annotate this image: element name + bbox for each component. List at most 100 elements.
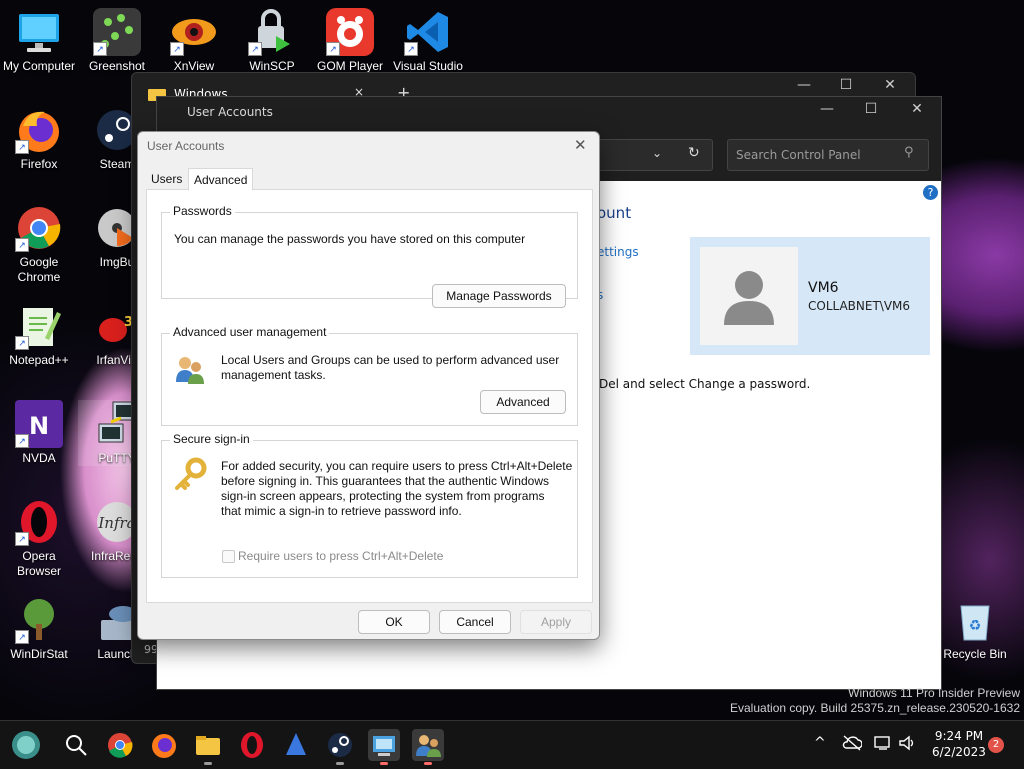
vscode-icon: ↗ — [404, 8, 452, 56]
desktop-icon-firefox[interactable]: ↗ Firefox — [0, 106, 78, 172]
passwords-group: Passwords You can manage the passwords y… — [161, 204, 578, 308]
require-ctrl-alt-delete-checkbox[interactable] — [222, 550, 235, 563]
account-name: VM6 — [808, 280, 839, 296]
passwords-description: You can manage the passwords you have st… — [174, 232, 526, 246]
secure-signin-group-label: Secure sign-in — [170, 432, 253, 446]
taskbar-firefox[interactable] — [148, 729, 180, 761]
greenshot-icon: ↗ — [93, 8, 141, 56]
control-panel-title: User Accounts — [187, 105, 273, 119]
ok-button[interactable]: OK — [358, 610, 430, 634]
secure-signin-line2: before signing in. This guarantees that … — [221, 474, 549, 488]
maximize-button[interactable]: ☐ — [826, 77, 866, 93]
taskbar-steam[interactable] — [324, 729, 356, 765]
taskbar-user-accounts[interactable] — [412, 729, 444, 765]
advanced-user-management-group: Advanced user management Local Users and… — [161, 325, 578, 426]
taskbar-control-panel[interactable] — [368, 729, 400, 765]
cp-minimize-button[interactable]: — — [807, 101, 847, 117]
cp-maximize-button[interactable]: ☐ — [851, 101, 891, 117]
advanced-tab-page: Passwords You can manage the passwords y… — [146, 189, 593, 603]
opera-icon: ↗ — [15, 498, 63, 546]
notification-badge[interactable]: 2 — [988, 737, 1004, 753]
address-bar[interactable]: ⌄ ↻ — [597, 139, 713, 171]
xnview-icon: ↗ — [170, 8, 218, 56]
desktop-icon-xnview[interactable]: ↗ XnView — [155, 8, 233, 74]
chrome-icon — [108, 733, 133, 758]
monitor-icon — [15, 8, 63, 56]
desktop-icon-notepadpp[interactable]: ↗ Notepad++ — [0, 302, 78, 368]
nvda-icon: N ↗ — [15, 400, 63, 448]
desktop-icon-google-chrome[interactable]: ↗ Google Chrome — [0, 204, 78, 285]
desktop-icon-recycle-bin[interactable]: ♻ Recycle Bin — [936, 596, 1014, 662]
svg-text:N: N — [29, 412, 49, 440]
watermark-line2: Evaluation copy. Build 25375.zn_release.… — [730, 701, 1020, 715]
folder-icon — [196, 736, 220, 755]
tab-users[interactable]: Users — [146, 168, 187, 190]
start-button[interactable] — [10, 729, 42, 761]
passwords-group-label: Passwords — [170, 204, 235, 218]
key-icon — [172, 457, 208, 498]
desktop-icon-gom-player[interactable]: ↗ GOM Player — [311, 8, 389, 74]
desktop-icon-greenshot[interactable]: ↗ Greenshot — [78, 8, 156, 74]
desktop-icon-winscp[interactable]: ↗ WinSCP — [233, 8, 311, 74]
require-ctrl-alt-delete-label[interactable]: Require users to press Ctrl+Alt+Delete — [238, 549, 443, 564]
clock[interactable]: 9:24 PM 6/2/2023 — [920, 729, 998, 759]
svg-text:♻: ♻ — [969, 618, 982, 634]
help-icon[interactable]: ? — [923, 185, 938, 200]
account-card: VM6 COLLABNET\VM6 — [690, 237, 930, 355]
manage-passwords-button[interactable]: Manage Passwords — [432, 284, 566, 308]
desktop-icon-visual-studio[interactable]: ↗ Visual Studio — [389, 8, 467, 74]
svg-text:Infra: Infra — [97, 514, 135, 532]
clock-date: 6/2/2023 — [932, 745, 986, 759]
show-hidden-icons-chevron[interactable]: ^ — [814, 735, 826, 751]
advanced-mgmt-line2: management tasks. — [221, 368, 326, 382]
desktop-icon-opera[interactable]: ↗ Opera Browser — [0, 498, 78, 579]
recycle-bin-icon: ♻ — [951, 596, 999, 644]
watermark-line1: Windows 11 Pro Insider Preview — [848, 686, 1020, 700]
desktop-icon-nvda[interactable]: N ↗ NVDA — [0, 400, 78, 466]
search-input[interactable]: Search Control Panel ⚲ — [727, 139, 929, 171]
taskbar-file-explorer[interactable] — [192, 729, 224, 765]
avatar — [700, 247, 798, 345]
users-group-icon — [174, 352, 206, 389]
users-group-icon — [416, 735, 441, 757]
desktop-icon-my-computer[interactable]: My Computer — [0, 8, 78, 74]
refresh-icon[interactable]: ↻ — [688, 145, 700, 161]
minimize-button[interactable]: — — [784, 77, 824, 93]
cp-close-button[interactable]: ✕ — [897, 101, 937, 117]
change-password-text: Del and select Change a password. — [599, 377, 811, 391]
apply-button[interactable]: Apply — [520, 610, 592, 634]
secure-signin-line1: For added security, you can require user… — [221, 459, 573, 473]
secure-signin-group: Secure sign-in For added security, you c… — [161, 432, 578, 578]
page-heading: ount — [597, 204, 632, 222]
cloud-offline-icon[interactable] — [842, 735, 863, 754]
search-button[interactable] — [60, 729, 92, 761]
blue-app-icon — [286, 733, 306, 755]
taskbar: ^ 9:24 PM 6/2/2023 2 — [0, 720, 1024, 769]
notepadpp-icon: ↗ — [15, 302, 63, 350]
firefox-icon: ↗ — [15, 106, 63, 154]
volume-icon[interactable] — [898, 735, 916, 754]
search-icon: ⚲ — [904, 145, 914, 160]
chevron-down-icon[interactable]: ⌄ — [652, 146, 662, 160]
taskbar-opera[interactable] — [236, 729, 268, 761]
secure-signin-line4: that mimic a sign-in to retrieve passwor… — [221, 504, 462, 518]
tab-advanced[interactable]: Advanced — [188, 168, 254, 191]
dialog-close-button[interactable]: ✕ — [574, 136, 587, 154]
gom-player-icon: ↗ — [326, 8, 374, 56]
firefox-icon — [152, 734, 176, 758]
dialog-title: User Accounts — [147, 139, 225, 153]
windirstat-icon: ↗ — [15, 596, 63, 644]
steam-icon — [328, 733, 352, 757]
taskbar-chrome[interactable] — [104, 729, 136, 761]
settings-link[interactable]: ettings — [597, 245, 639, 259]
start-orb-icon — [12, 731, 40, 759]
network-icon[interactable] — [874, 735, 892, 754]
winscp-icon: ↗ — [248, 8, 296, 56]
advanced-button[interactable]: Advanced — [480, 390, 566, 414]
close-button[interactable]: ✕ — [870, 77, 910, 93]
advanced-mgmt-group-label: Advanced user management — [170, 325, 330, 339]
advanced-mgmt-line1: Local Users and Groups can be used to pe… — [221, 353, 560, 367]
desktop-icon-windirstat[interactable]: ↗ WinDirStat — [0, 596, 78, 662]
taskbar-app-drop[interactable] — [280, 729, 312, 761]
cancel-button[interactable]: Cancel — [439, 610, 511, 634]
